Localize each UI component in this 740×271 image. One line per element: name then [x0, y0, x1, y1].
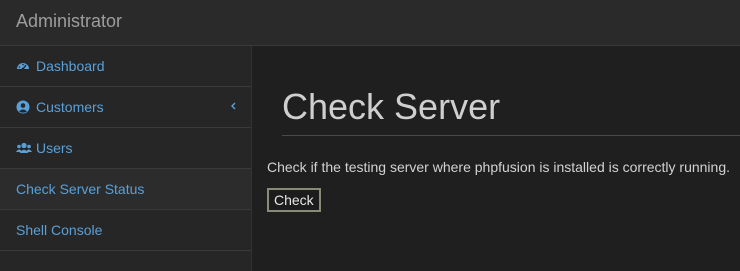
sidebar-item-label: Customers [36, 99, 104, 115]
sidebar-item-check-server-status[interactable]: Check Server Status [0, 169, 251, 210]
chevron-left-icon[interactable] [229, 99, 237, 111]
sidebar: Dashboard Customers Users Check Server S… [0, 46, 252, 271]
users-icon [16, 141, 32, 155]
main-content: Check Server Check if the testing server… [252, 46, 740, 271]
page-title: Check Server [282, 86, 501, 127]
page-description: Check if the testing server where phpfus… [267, 159, 730, 175]
sidebar-item-shell-console[interactable]: Shell Console [0, 210, 251, 251]
dashboard-icon [16, 59, 30, 73]
sidebar-item-label: Check Server Status [16, 181, 145, 197]
sidebar-item-dashboard[interactable]: Dashboard [0, 46, 251, 87]
navbar-brand[interactable]: Administrator [16, 11, 122, 32]
top-navbar: Administrator [0, 0, 740, 46]
sidebar-item-customers[interactable]: Customers [0, 87, 251, 128]
sidebar-item-users[interactable]: Users [0, 128, 251, 169]
check-button[interactable]: Check [267, 188, 321, 212]
sidebar-item-label: Users [36, 140, 73, 156]
title-divider [282, 135, 740, 136]
sidebar-item-label: Dashboard [36, 58, 105, 74]
user-circle-icon [16, 100, 30, 114]
sidebar-item-label: Shell Console [16, 222, 103, 238]
